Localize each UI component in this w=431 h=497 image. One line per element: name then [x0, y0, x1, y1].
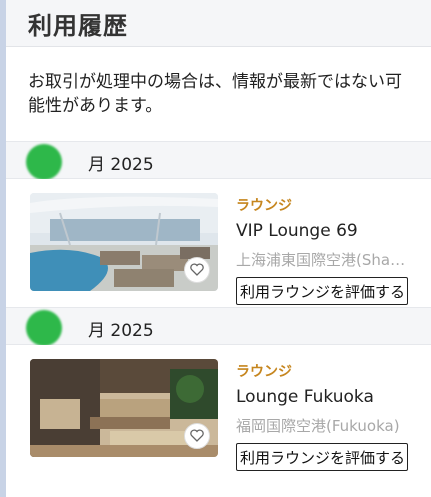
heart-icon [190, 261, 204, 280]
airport-location: 福岡国際空港(Fukuoka) [236, 417, 400, 435]
lounge-card[interactable]: ラウンジ VIP Lounge 69 上海浦東国際空港(Shanghai) 利用… [6, 179, 431, 305]
rate-lounge-button[interactable]: 利用ラウンジを評価する [236, 277, 408, 305]
lounge-name[interactable]: VIP Lounge 69 [236, 221, 358, 241]
category-label: ラウンジ [236, 198, 292, 214]
page-header: 利用履歴 [6, 0, 431, 47]
redacted-mark [26, 310, 62, 346]
redacted-mark [26, 144, 62, 180]
processing-notice: お取引が処理中の場合は、情報が最新ではない可能性があります。 [28, 72, 402, 116]
rate-lounge-button[interactable]: 利用ラウンジを評価する [236, 443, 408, 471]
lounge-card[interactable]: ラウンジ Lounge Fukuoka 福岡国際空港(Fukuoka) 利用ラウ… [6, 345, 431, 471]
date-label: 月 2025 [88, 321, 154, 341]
favorite-button[interactable] [184, 423, 210, 449]
lounge-photo[interactable] [30, 193, 218, 291]
date-label: 月 2025 [88, 155, 154, 175]
page-title: 利用履歴 [28, 12, 128, 40]
lounge-photo[interactable] [30, 359, 218, 457]
favorite-button[interactable] [184, 257, 210, 283]
date-header: 月 2025 [6, 141, 431, 180]
category-label: ラウンジ [236, 364, 292, 380]
lounge-name[interactable]: Lounge Fukuoka [236, 387, 374, 407]
date-header: 月 2025 [6, 307, 431, 346]
airport-location: 上海浦東国際空港(Shanghai) [236, 251, 408, 269]
heart-icon [190, 427, 204, 446]
